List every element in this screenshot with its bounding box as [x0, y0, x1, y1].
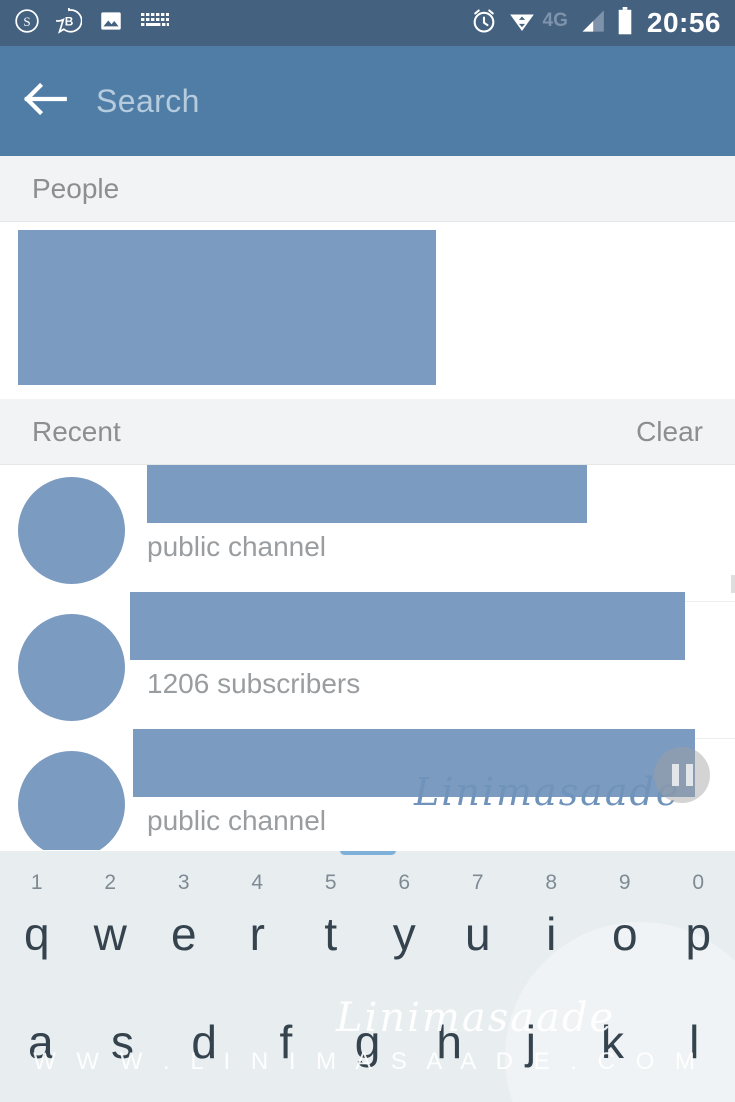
key-t[interactable]: 5t	[294, 863, 368, 971]
key-label: y	[392, 908, 416, 960]
keyboard-icon	[140, 10, 170, 37]
key-hint-4: 4	[251, 871, 264, 894]
on-screen-keyboard[interactable]: 1q 2w 3e 4r 5t 6y 7u 8i 9o 0p a s d f g …	[0, 851, 735, 1102]
keyboard-resize-handle[interactable]	[339, 851, 396, 855]
key-label: q	[23, 908, 50, 960]
battery-icon	[616, 6, 634, 40]
list-scrollbar[interactable]	[731, 575, 735, 593]
svg-text:B: B	[65, 14, 74, 28]
network-type-label: 4G	[542, 9, 568, 31]
key-p[interactable]: 0p	[662, 863, 735, 971]
key-g[interactable]: g	[327, 973, 409, 1081]
key-label: p	[685, 908, 712, 960]
key-a[interactable]: a	[0, 973, 82, 1081]
key-f[interactable]: f	[245, 973, 327, 1081]
key-hint-6: 6	[398, 871, 411, 894]
title-redaction-block	[133, 729, 695, 797]
title-redaction-block	[130, 592, 685, 660]
key-l[interactable]: l	[653, 973, 735, 1081]
key-label: f	[279, 1016, 293, 1068]
pause-icon-bar-right	[685, 764, 693, 786]
key-s[interactable]: s	[82, 973, 164, 1081]
search-input[interactable]: Search	[90, 83, 735, 120]
key-o[interactable]: 9o	[588, 863, 662, 971]
key-e[interactable]: 3e	[147, 863, 221, 971]
key-j[interactable]: j	[490, 973, 572, 1081]
status-bar-right-icons: 4G 20:56	[470, 6, 721, 40]
search-app-bar: Search	[0, 46, 735, 156]
key-k[interactable]: k	[572, 973, 654, 1081]
key-d[interactable]: d	[163, 973, 245, 1081]
list-item[interactable]: public channel	[0, 729, 735, 850]
key-hint-1: 1	[30, 871, 43, 894]
pause-button[interactable]	[654, 747, 710, 803]
key-hint-7: 7	[471, 871, 484, 894]
key-label: l	[689, 1016, 700, 1068]
avatar	[18, 751, 125, 850]
recent-section-title: Recent	[32, 415, 121, 447]
list-item[interactable]: public channel	[0, 465, 735, 602]
whatsapp-business-icon: B	[46, 0, 83, 39]
recent-section-header: Recent Clear	[0, 399, 735, 465]
alarm-clock-icon	[470, 7, 498, 40]
key-u[interactable]: 7u	[441, 863, 515, 971]
keyboard-row-1: 1q 2w 3e 4r 5t 6y 7u 8i 9o 0p	[0, 863, 735, 971]
list-item[interactable]: 1206 subscribers	[0, 592, 735, 739]
key-hint-3: 3	[177, 871, 190, 894]
image-icon	[98, 8, 124, 39]
svg-text:S: S	[23, 13, 30, 28]
people-redaction-block	[18, 230, 436, 385]
avatar	[18, 614, 125, 721]
status-bar-clock: 20:56	[646, 7, 721, 38]
avatar	[18, 477, 125, 584]
list-item-subtitle: public channel	[147, 805, 327, 836]
dollar-circle-icon: S	[14, 8, 40, 39]
key-label: k	[601, 1016, 625, 1068]
keyboard-row-2: a s d f g h j k l	[0, 973, 735, 1081]
key-hint-8: 8	[545, 871, 558, 894]
key-label: u	[464, 908, 491, 960]
key-label: r	[249, 908, 265, 960]
key-label: g	[354, 1016, 381, 1068]
status-bar-left-icons: S B	[14, 0, 170, 39]
key-label: s	[111, 1016, 134, 1068]
key-label: o	[611, 908, 638, 960]
people-section-header: People	[0, 156, 735, 222]
key-hint-0: 0	[692, 871, 705, 894]
phone-screen: S B 4G 20:56 Search People Recent Clear …	[0, 0, 735, 1102]
recent-list[interactable]: public channel 1206 subscribers public c…	[0, 465, 735, 850]
list-item-subtitle: 1206 subscribers	[147, 668, 361, 699]
key-y[interactable]: 6y	[368, 863, 442, 971]
key-hint-9: 9	[618, 871, 631, 894]
back-arrow-icon	[22, 80, 68, 123]
key-hint-5: 5	[324, 871, 337, 894]
key-i[interactable]: 8i	[515, 863, 589, 971]
key-q[interactable]: 1q	[0, 863, 74, 971]
key-label: a	[28, 1016, 54, 1068]
key-label: i	[546, 908, 557, 960]
key-w[interactable]: 2w	[74, 863, 148, 971]
key-label: j	[525, 1016, 536, 1068]
list-item-subtitle: public channel	[147, 531, 327, 562]
clear-recent-button[interactable]: Clear	[636, 416, 703, 448]
people-results-area[interactable]	[0, 222, 735, 396]
key-r[interactable]: 4r	[221, 863, 295, 971]
key-label: h	[436, 1016, 462, 1068]
status-bar: S B 4G 20:56	[0, 0, 735, 46]
signal-bars-icon	[577, 8, 607, 39]
key-label: d	[191, 1016, 217, 1068]
key-label: t	[324, 908, 338, 960]
key-label: w	[93, 908, 127, 960]
key-h[interactable]: h	[408, 973, 490, 1081]
back-button[interactable]	[0, 80, 90, 123]
key-label: e	[170, 908, 197, 960]
people-section-title: People	[32, 172, 120, 204]
key-hint-2: 2	[104, 871, 117, 894]
title-redaction-block	[147, 465, 587, 523]
wifi-icon	[507, 8, 537, 39]
pause-icon-bar-left	[671, 764, 679, 786]
